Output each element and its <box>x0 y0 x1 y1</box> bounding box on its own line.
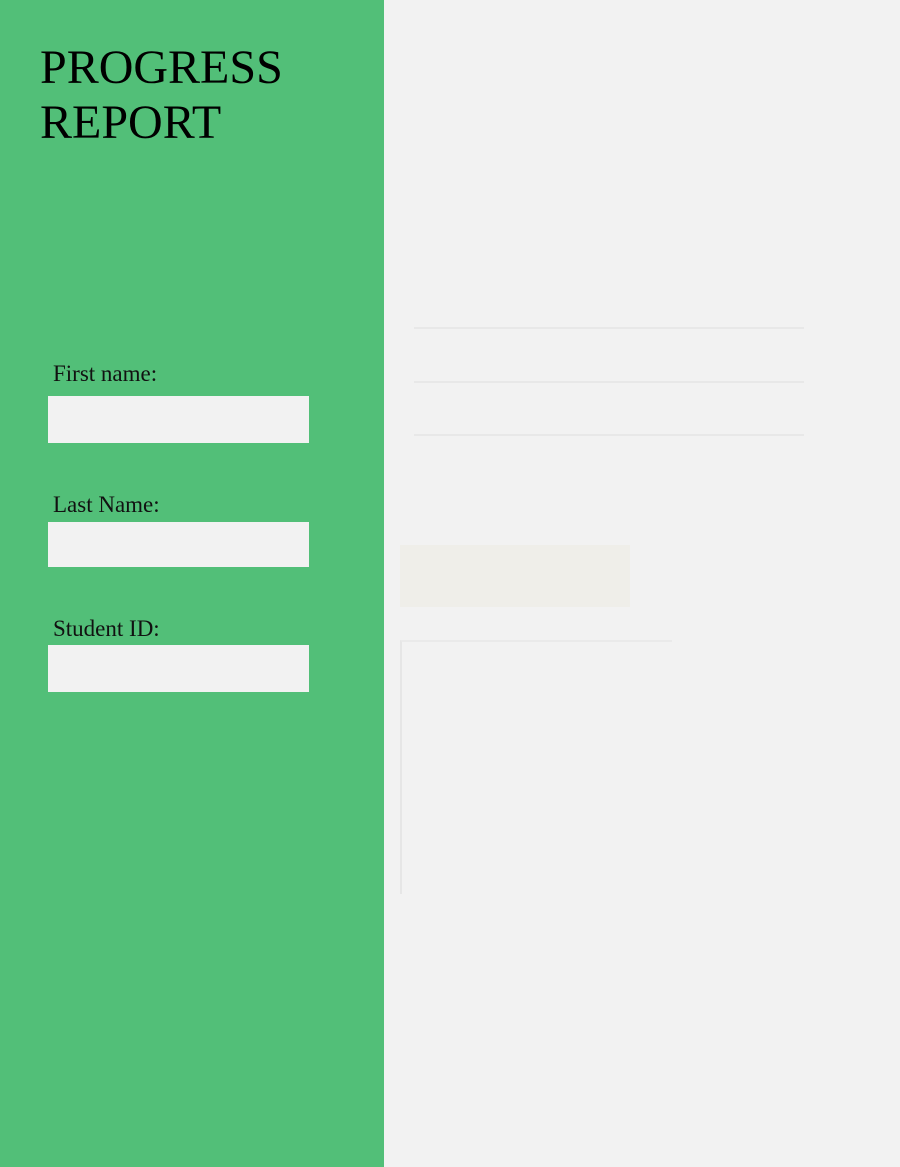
faint-divider <box>414 381 804 383</box>
student-id-input[interactable] <box>48 645 309 692</box>
student-id-label: Student ID: <box>53 616 160 641</box>
title-line-1: PROGRESS <box>40 41 283 94</box>
faint-highlight-block <box>400 545 630 607</box>
faint-divider <box>414 327 804 329</box>
last-name-label: Last Name: <box>53 492 160 517</box>
sidebar-panel: PROGRESS REPORT First name: Last Name: S… <box>0 0 384 1167</box>
faint-chart-frame <box>400 640 672 894</box>
report-content-area <box>384 0 900 1167</box>
title-line-2: REPORT <box>40 96 222 149</box>
page-title: PROGRESS REPORT <box>40 40 283 150</box>
last-name-input[interactable] <box>48 522 309 567</box>
first-name-input[interactable] <box>48 396 309 443</box>
first-name-label: First name: <box>53 361 158 386</box>
faint-divider <box>414 434 804 436</box>
